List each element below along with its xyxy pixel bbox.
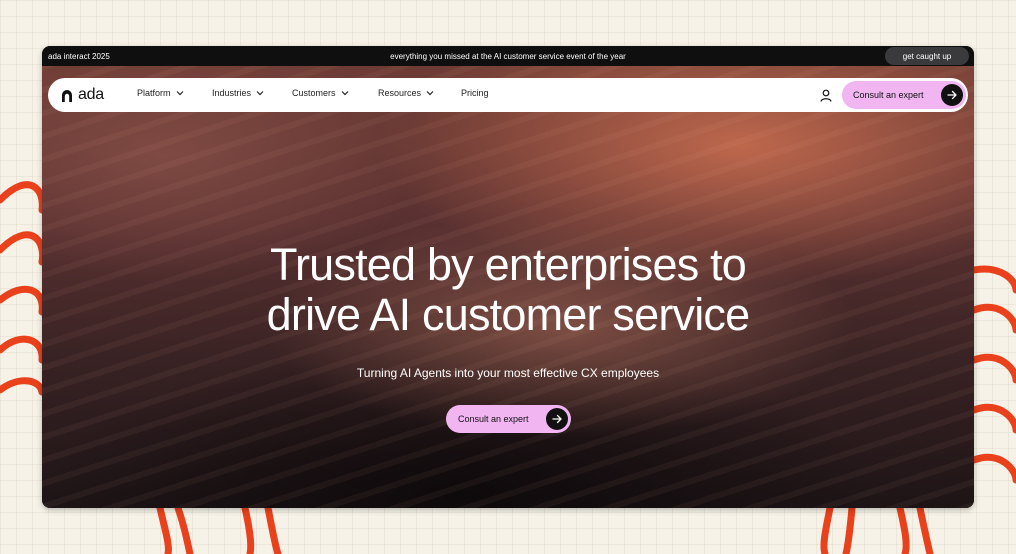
get-caught-up-button[interactable]: get caught up <box>885 47 969 65</box>
arrow-right-icon <box>941 84 963 106</box>
logo-text: ada <box>78 86 104 103</box>
hero-headline: Trusted by enterprises to drive AI custo… <box>42 240 974 340</box>
account-button[interactable] <box>816 85 836 105</box>
chevron-down-icon <box>256 91 264 96</box>
nav-item-pricing[interactable]: Pricing <box>461 88 489 98</box>
main-navbar: ada Platform Industries Customers Resour… <box>48 78 968 112</box>
hero-consult-expert-button[interactable]: Consult an expert <box>446 405 571 433</box>
arrow-right-icon <box>546 408 568 430</box>
nav-item-label: Platform <box>137 88 171 98</box>
announcement-bar: ada interact 2025 everything you missed … <box>42 46 974 66</box>
nav-item-resources[interactable]: Resources <box>378 88 434 98</box>
nav-cta-label: Consult an expert <box>853 90 924 100</box>
nav-item-label: Customers <box>292 88 336 98</box>
nav-item-industries[interactable]: Industries <box>212 88 264 98</box>
hero-headline-line-1: Trusted by enterprises to <box>269 239 747 290</box>
nav-item-customers[interactable]: Customers <box>292 88 349 98</box>
ada-logo-icon <box>62 89 72 102</box>
nav-consult-expert-button[interactable]: Consult an expert <box>842 81 966 109</box>
hero-section: Trusted by enterprises to drive AI custo… <box>42 66 974 508</box>
chevron-down-icon <box>176 91 183 96</box>
user-icon <box>820 89 832 102</box>
ada-logo[interactable]: ada <box>60 86 104 104</box>
nav-item-platform[interactable]: Platform <box>137 88 184 98</box>
hero-subheadline: Turning AI Agents into your most effecti… <box>356 366 660 380</box>
announcement-message[interactable]: everything you missed at the AI customer… <box>42 52 974 61</box>
nav-item-label: Resources <box>378 88 422 98</box>
hero-cta-label: Consult an expert <box>458 414 529 424</box>
chevron-down-icon <box>426 91 434 96</box>
nav-item-label: Pricing <box>461 88 489 98</box>
browser-window: Trusted by enterprises to drive AI custo… <box>42 46 974 508</box>
nav-item-label: Industries <box>212 88 252 98</box>
chevron-down-icon <box>341 91 348 96</box>
hero-headline-line-2: drive AI customer service <box>266 289 750 340</box>
